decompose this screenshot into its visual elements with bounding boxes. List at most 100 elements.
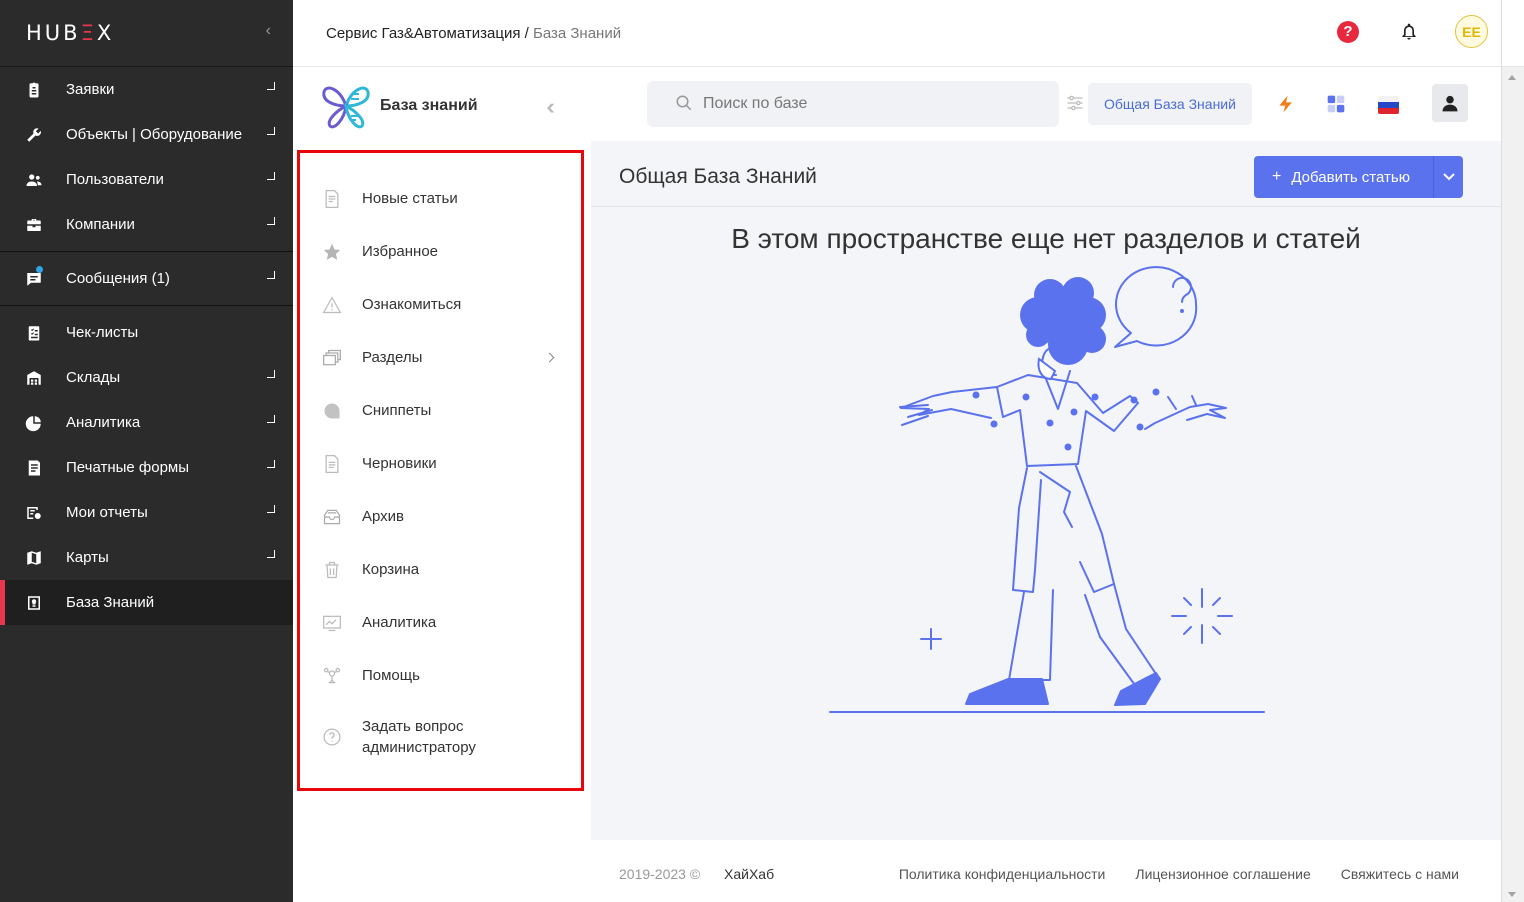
kb-item-help[interactable]: Помощь [300, 649, 581, 702]
map-icon [24, 548, 44, 568]
chevron-right-icon [544, 352, 555, 363]
kb-item-label: Ознакомиться [362, 296, 462, 313]
add-options-dropdown[interactable] [1433, 156, 1463, 198]
sidebar-item-requests[interactable]: Заявки [0, 67, 293, 112]
sidebar-item-companies[interactable]: Компании [0, 202, 293, 247]
kb-item-ask-admin[interactable]: Задать вопрос администратору [300, 702, 581, 772]
expand-arrow-icon [267, 505, 275, 513]
scroll-down-arrow-icon[interactable] [1508, 892, 1516, 897]
page-scrollbar[interactable] [1501, 0, 1524, 902]
wrench-icon [24, 125, 44, 145]
user-profile-button[interactable] [1432, 84, 1468, 122]
expand-arrow-icon [267, 415, 275, 423]
user-icon [1442, 95, 1458, 112]
kb-item-favorites[interactable]: Избранное [300, 225, 581, 278]
expand-arrow-icon [267, 271, 275, 279]
add-article-button[interactable]: + Добавить статью [1254, 156, 1463, 198]
expand-arrow-icon [267, 217, 275, 225]
expand-arrow-icon [267, 82, 275, 90]
search-input[interactable]: Поиск по базе [647, 81, 1059, 127]
kb-item-label: Помощь [362, 667, 420, 684]
sidebar-item-users[interactable]: Пользователи [0, 157, 293, 202]
kb-item-label: Новые статьи [362, 190, 458, 207]
kb-item-snippets[interactable]: Сниппеты [300, 384, 581, 437]
sidebar-collapse-icon[interactable]: ‹ [266, 22, 271, 40]
help-icon[interactable]: ? [1337, 20, 1359, 43]
pie-chart-icon [24, 413, 44, 433]
sidebar-item-checklists[interactable]: Чек-листы [0, 310, 293, 355]
sidebar-item-label: Склады [66, 369, 121, 386]
footer-brand-link[interactable]: ХайХаб [724, 866, 774, 882]
warehouse-icon [24, 368, 44, 388]
copyright: 2019-2023 © [619, 866, 701, 882]
kb-sidebar: База знаний ‹‹ Новые статьи Избранное Оз… [293, 67, 591, 902]
search-toolbar: Поиск по базе Общая База Знаний [591, 67, 1501, 141]
footer: 2019-2023 © ХайХаб Политика конфиденциал… [591, 840, 1501, 902]
sidebar-item-knowledge-base[interactable]: База Знаний [0, 580, 293, 625]
filter-sliders-icon[interactable] [1065, 93, 1085, 113]
print-form-icon [24, 458, 44, 478]
sidebar-item-label: Компании [66, 216, 135, 233]
sidebar-item-objects[interactable]: Объекты | Оборудование [0, 112, 293, 157]
pane-header: Общая База Знаний + Добавить статью [591, 141, 1501, 207]
kb-item-archive[interactable]: Архив [300, 490, 581, 543]
license-agreement-link[interactable]: Лицензионное соглашение [1135, 866, 1310, 882]
avatar[interactable]: EE [1455, 15, 1488, 48]
sidebar-item-label: Объекты | Оборудование [66, 126, 243, 143]
knowledge-icon [24, 593, 44, 613]
empty-state-message: В этом пространстве еще нет разделов и с… [731, 223, 1361, 254]
divider [0, 251, 293, 252]
kb-item-acknowledge[interactable]: Ознакомиться [300, 278, 581, 331]
collapse-kb-icon[interactable]: ‹‹ [546, 94, 554, 120]
kb-item-sections[interactable]: Разделы [300, 331, 581, 384]
breadcrumb-separator: / [520, 24, 533, 42]
sidebar-item-messages[interactable]: Сообщения (1) [0, 256, 293, 301]
kb-item-analytics[interactable]: Аналитика [300, 596, 581, 649]
sidebar-item-label: Заявки [66, 81, 115, 98]
russian-flag-icon[interactable] [1378, 96, 1399, 114]
expand-arrow-icon [267, 172, 275, 180]
sidebar-item-label: Аналитика [66, 414, 141, 431]
sidebar-item-warehouses[interactable]: Склады [0, 355, 293, 400]
app-logo[interactable]: HUBΞX [26, 21, 114, 45]
kb-item-label: Черновики [362, 455, 437, 472]
kb-menu: Новые статьи Избранное Ознакомиться Разд… [297, 150, 584, 791]
kb-item-new-articles[interactable]: Новые статьи [300, 172, 581, 225]
sidebar-item-label: Мои отчеты [66, 504, 148, 521]
sidebar-item-maps[interactable]: Карты [0, 535, 293, 580]
breadcrumb-parent[interactable]: Сервис Газ&Автоматизация [326, 25, 520, 42]
privacy-policy-link[interactable]: Политика конфиденциальности [899, 866, 1106, 882]
lightning-icon[interactable] [1276, 93, 1296, 115]
analytics-icon [321, 612, 343, 634]
sidebar-item-my-reports[interactable]: Мои отчеты [0, 490, 293, 535]
main-content: Поиск по базе Общая База Знаний Общая Ба… [591, 67, 1501, 902]
contact-us-link[interactable]: Свяжитесь с нами [1341, 866, 1459, 882]
apps-grid-icon[interactable] [1326, 94, 1346, 114]
help-network-icon [321, 665, 343, 687]
snippet-icon [321, 400, 343, 422]
kb-item-trash[interactable]: Корзина [300, 543, 581, 596]
sidebar-item-analytics[interactable]: Аналитика [0, 400, 293, 445]
chevron-down-icon [1442, 173, 1455, 181]
add-article-label: Добавить статью [1291, 168, 1410, 186]
kb-header: База знаний ‹‹ [293, 67, 591, 145]
clipboard-icon [24, 80, 44, 100]
notification-dot [36, 266, 43, 273]
scroll-up-arrow-icon[interactable] [1508, 75, 1516, 80]
sidebar-item-print-forms[interactable]: Печатные формы [0, 445, 293, 490]
kb-item-drafts[interactable]: Черновики [300, 437, 581, 490]
star-icon [321, 241, 343, 263]
kb-item-label: Сниппеты [362, 402, 432, 419]
logo-bar: HUBΞX ‹ [0, 0, 293, 67]
bell-icon[interactable] [1399, 21, 1419, 43]
kb-selector[interactable]: Общая База Знаний [1088, 83, 1252, 125]
kb-item-label: Разделы [362, 349, 423, 366]
kb-item-label: Избранное [362, 243, 439, 260]
sidebar-item-label: Чек-листы [66, 324, 139, 341]
expand-arrow-icon [267, 370, 275, 378]
draft-icon [321, 453, 343, 475]
kb-item-label: Задать вопрос администратору [362, 718, 476, 756]
archive-icon [321, 506, 343, 528]
empty-state-illustration [829, 266, 1265, 713]
kb-title: База знаний [380, 97, 478, 114]
